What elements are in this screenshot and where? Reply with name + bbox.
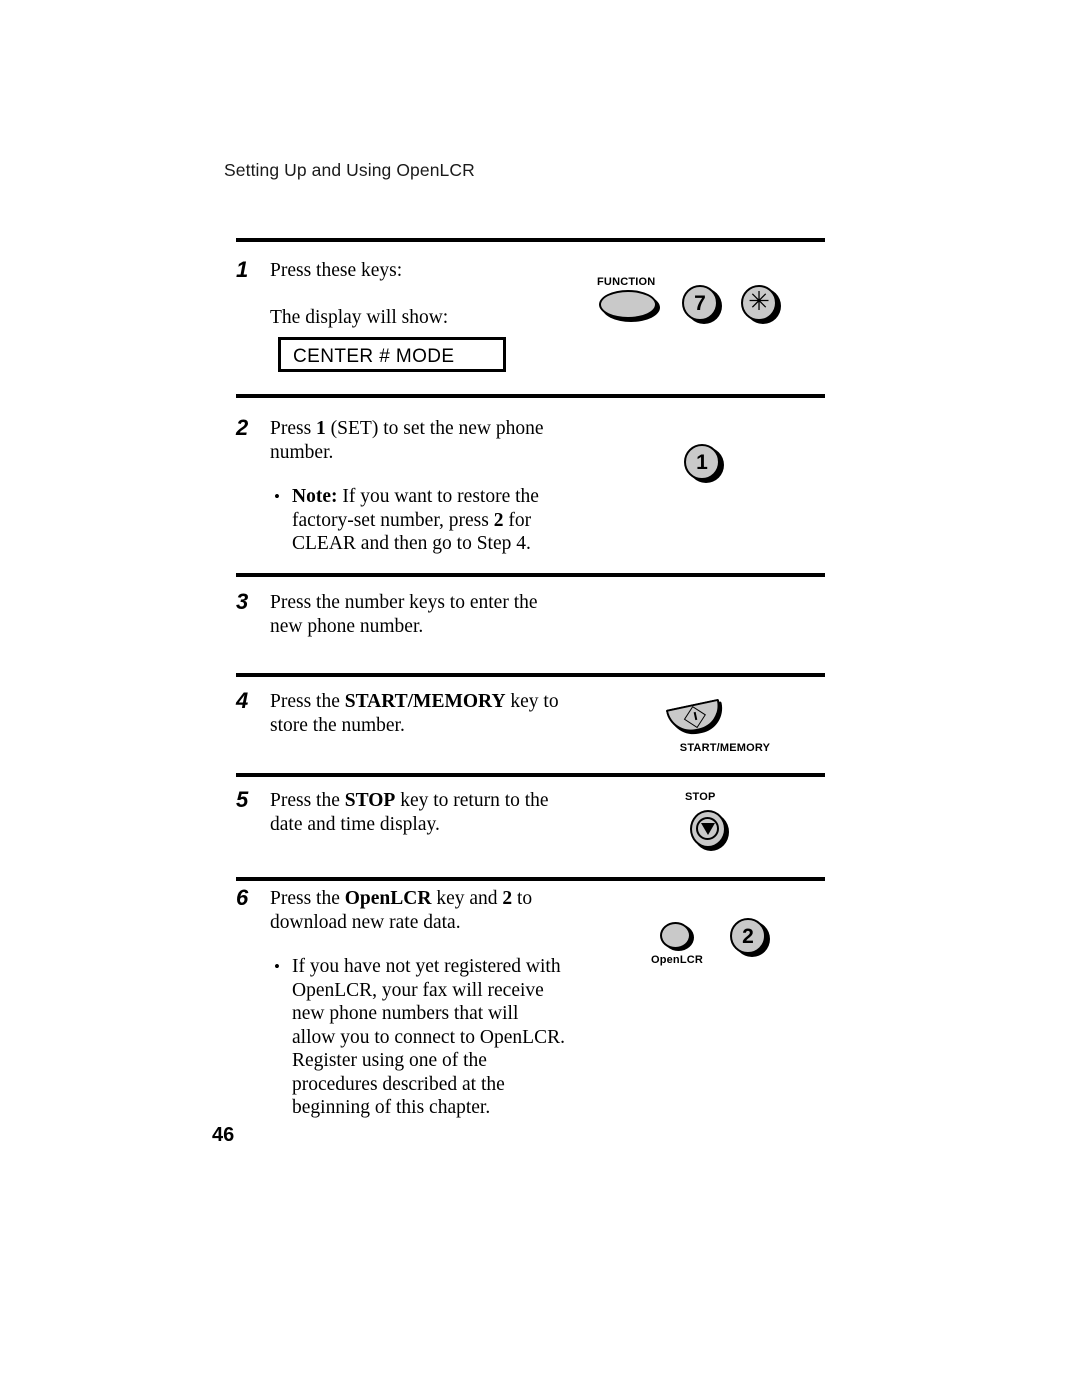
stop-key-label: STOP <box>685 791 716 803</box>
step-2-note: • Note: If you want to restore the facto… <box>270 485 566 556</box>
function-key[interactable] <box>599 290 657 319</box>
manual-page: Setting Up and Using OpenLCR 1 Press the… <box>0 0 1080 1397</box>
step-6-bullet: • If you have not yet registered with Op… <box>270 955 566 1120</box>
step-1-line-1: Press these keys: <box>270 260 403 281</box>
step-4-key-illustration: START/MEMORY <box>665 698 788 764</box>
step-6-body: Press the OpenLCR key and 2 to download … <box>270 887 566 1120</box>
keypad-key-1-label: 1 <box>696 450 708 474</box>
step-2-text: Press 1 (SET) to set the new phone numbe… <box>270 417 566 464</box>
step-6-bullet-text: If you have not yet registered with Open… <box>292 956 565 1118</box>
step-5-text-a: Press the <box>270 790 345 811</box>
step-2-number: 2 <box>236 415 249 440</box>
keypad-key-asterisk[interactable]: ✳ <box>741 285 777 321</box>
step-6-text-b: OpenLCR <box>344 888 432 909</box>
section-rule-3 <box>236 573 825 577</box>
openlcr-key[interactable] <box>660 922 691 949</box>
start-memory-key-label: START/MEMORY <box>679 742 771 754</box>
step-4-text: Press the START/MEMORY key to store the … <box>270 690 566 737</box>
step-6-text-a: Press the <box>270 888 345 909</box>
step-2-note-label: Note: <box>292 486 338 507</box>
page-number: 46 <box>212 1124 235 1146</box>
step-4-body: Press the START/MEMORY key to store the … <box>270 690 566 737</box>
step-6-number: 6 <box>236 885 249 910</box>
section-rule-6 <box>236 877 825 881</box>
step-3-text: Press the number keys to enter the new p… <box>270 592 538 637</box>
step-5-body: Press the STOP key to return to the date… <box>270 789 566 836</box>
step-4-text-a: Press the <box>270 691 345 712</box>
section-rule-5 <box>236 773 825 777</box>
lcd-display-box: CENTER # MODE <box>278 337 506 372</box>
step-1-key-illustration: FUNCTION 7 ✳ <box>588 276 818 336</box>
step-1-line-2: The display will show: <box>270 306 449 328</box>
step-1-number: 1 <box>236 257 249 282</box>
step-3-body: Press the number keys to enter the new p… <box>270 591 566 638</box>
step-5-text: Press the STOP key to return to the date… <box>270 789 566 836</box>
keypad-key-2-label: 2 <box>742 924 754 948</box>
step-4-text-b: START/MEMORY <box>344 691 506 712</box>
start-diamond-icon <box>683 705 706 729</box>
step-6-key-illustration: OpenLCR 2 <box>651 918 794 983</box>
step-4-number: 4 <box>236 688 249 713</box>
step-6-text-d: 2 <box>502 888 513 909</box>
step-5-number: 5 <box>236 787 249 812</box>
step-2-body: Press 1 (SET) to set the new phone numbe… <box>270 417 566 556</box>
step-3-number: 3 <box>236 589 249 614</box>
stop-triangle-icon <box>701 823 715 835</box>
step-2-text-a: Press <box>270 418 317 439</box>
step-5-key-illustration: STOP <box>672 791 762 853</box>
section-rule-1 <box>236 238 825 242</box>
stop-key[interactable] <box>690 810 726 848</box>
keypad-key-7[interactable]: 7 <box>682 285 718 321</box>
step-5-text-b: STOP <box>344 790 396 811</box>
running-header: Setting Up and Using OpenLCR <box>224 160 475 180</box>
keypad-key-2[interactable]: 2 <box>730 918 766 954</box>
start-memory-key[interactable] <box>665 698 725 737</box>
keypad-key-1[interactable]: 1 <box>684 444 720 480</box>
step-2-key-illustration: 1 <box>684 444 744 494</box>
section-rule-4 <box>236 673 825 677</box>
step-2-text-b: 1 <box>316 418 326 439</box>
function-key-label: FUNCTION <box>597 276 656 288</box>
step-6-text-c: key and <box>431 888 503 909</box>
bullet-icon: • <box>274 957 280 976</box>
bullet-icon: • <box>274 487 280 506</box>
step-1-body: Press these keys: The display will show: <box>270 259 448 329</box>
lcd-display-text: CENTER # MODE <box>293 346 455 367</box>
asterisk-icon: ✳ <box>748 286 770 317</box>
openlcr-key-label: OpenLCR <box>650 954 704 966</box>
step-6-text: Press the OpenLCR key and 2 to download … <box>270 887 566 934</box>
section-rule-2 <box>236 394 825 398</box>
keypad-key-7-label: 7 <box>694 291 706 315</box>
